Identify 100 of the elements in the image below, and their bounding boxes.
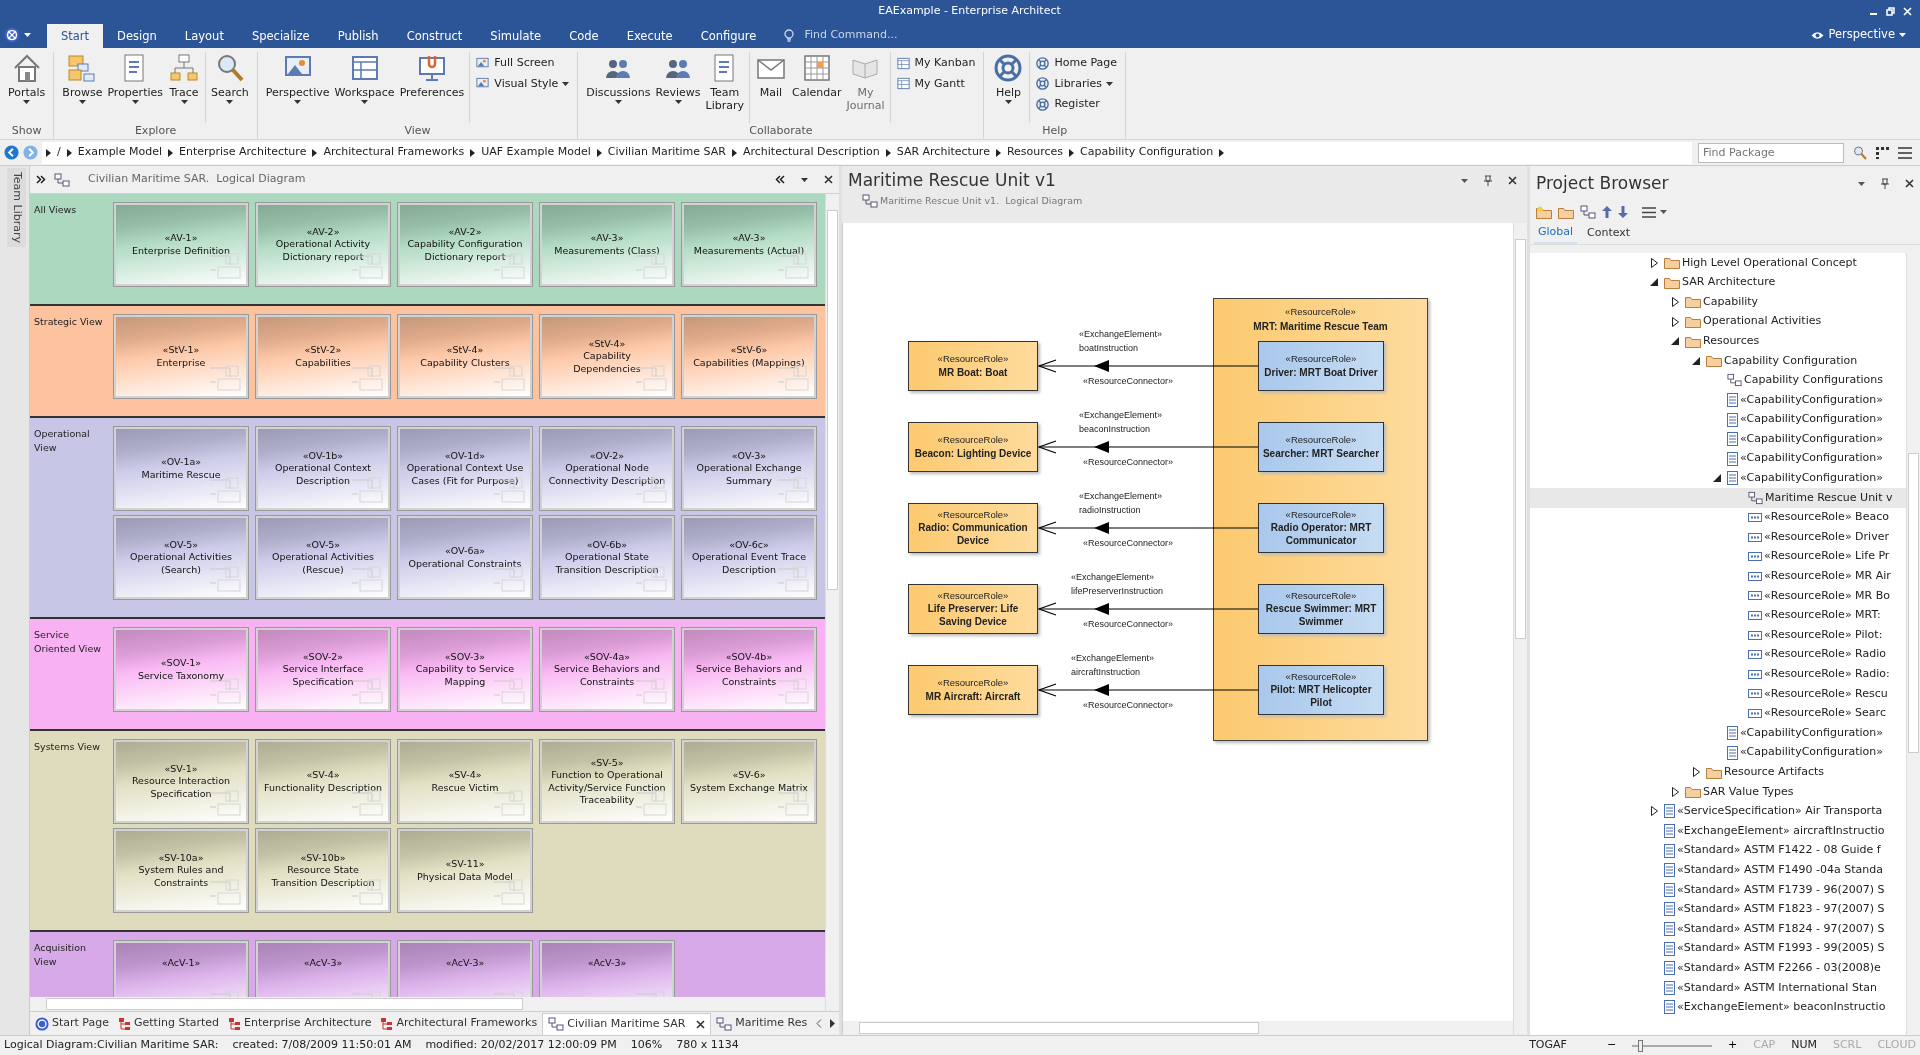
tree-item[interactable]: «ResourceRole» Life Pr <box>1764 548 1890 565</box>
diagram-tile[interactable]: «SOV-2» Service Interface Specification <box>256 628 390 711</box>
folder-icon[interactable] <box>1558 205 1574 219</box>
tree-item[interactable]: SAR Architecture <box>1682 274 1776 291</box>
breadcrumb-item[interactable]: Example Model <box>77 144 162 161</box>
menu-tab[interactable]: Configure <box>686 24 771 48</box>
diagram-tile[interactable]: «OV-1a» Maritime Rescue <box>114 427 248 510</box>
breadcrumb-item[interactable]: UAF Example Model <box>481 144 591 161</box>
diagram-tile[interactable]: «StV-4» Capability Dependencies <box>540 315 674 398</box>
tree-item[interactable]: «Standard» ASTM F1823 - 97(2007) S <box>1677 901 1885 918</box>
ribbon-button[interactable]: Portals <box>6 52 48 123</box>
ribbon-button[interactable]: Perspective <box>263 52 332 123</box>
collapsed-icon[interactable] <box>1671 786 1679 797</box>
ribbon-button[interactable]: Full Screen <box>473 54 572 73</box>
tree-item[interactable]: «CapabilityConfiguration» <box>1740 470 1883 487</box>
perspective-button[interactable]: Perspective <box>1805 25 1912 45</box>
close-icon[interactable] <box>696 1019 706 1029</box>
search-icon[interactable] <box>1852 144 1868 161</box>
breadcrumb-item[interactable]: Architectural Description <box>742 144 880 161</box>
breadcrumb-item[interactable]: / <box>57 144 61 161</box>
collapsed-icon[interactable] <box>1692 767 1700 778</box>
tree-item[interactable]: «CapabilityConfiguration» <box>1740 411 1883 428</box>
tree-item[interactable]: Operational Activities <box>1703 313 1822 330</box>
breadcrumb-item[interactable]: Capability Configuration <box>1080 144 1214 161</box>
caret-icon[interactable] <box>801 177 808 182</box>
ribbon-button[interactable]: Help <box>990 52 1027 123</box>
document-tab[interactable]: Start Page <box>30 1012 114 1035</box>
chevron-icon[interactable] <box>885 148 891 157</box>
tree-item[interactable]: «Standard» ASTM F1993 - 99(2005) S <box>1677 940 1885 957</box>
ribbon-button[interactable]: Visual Style <box>473 74 572 93</box>
tree-item[interactable]: Capability Configuration <box>1724 352 1858 369</box>
expanded-icon[interactable] <box>1671 337 1679 346</box>
diagram-tile[interactable]: «OV-2» Operational Node Connectivity Description <box>540 427 674 510</box>
chevron-icon[interactable] <box>1219 148 1225 157</box>
diagram-tile[interactable]: «AcV-1» <box>114 941 248 997</box>
pin-icon[interactable] <box>1484 175 1492 187</box>
close-icon[interactable] <box>824 175 833 184</box>
tree-item[interactable]: Capability Configurations <box>1744 372 1883 389</box>
diagram-tile[interactable]: «AV-3» Measurements (Actual) <box>682 203 816 286</box>
diagram-tile[interactable]: «SOV-4b» Service Behaviors and Constraints <box>682 628 816 711</box>
caret-icon[interactable] <box>1461 178 1468 183</box>
tree-item[interactable]: «CapabilityConfiguration» <box>1740 391 1883 409</box>
breadcrumb-item[interactable]: Architectural Frameworks <box>323 144 465 161</box>
tree-item[interactable]: «ExchangeElement» aircraftInstructio <box>1677 822 1885 840</box>
tree-item[interactable]: «ExchangeElement» beaconInstructio <box>1677 999 1886 1016</box>
diagram-tile[interactable]: «SOV-4a» Service Behaviors and Constraints <box>540 628 674 711</box>
diagram-tile[interactable]: «OV-5» Operational Activities (Rescue) <box>256 516 390 599</box>
document-tab[interactable]: Maritime Res <box>711 1012 813 1035</box>
menu-tab[interactable]: Start <box>47 24 104 48</box>
menu-tab[interactable]: Design <box>103 24 171 48</box>
collapsed-icon[interactable] <box>1650 806 1658 817</box>
diagram-tile[interactable]: «SV-10b» Resource State Transition Description <box>256 829 390 912</box>
tree-item[interactable]: «ResourceRole» MR Air <box>1764 568 1891 585</box>
ribbon-button[interactable]: Reviews <box>653 52 703 123</box>
collapse-icon[interactable] <box>775 175 785 184</box>
chevron-icon[interactable] <box>596 148 602 157</box>
diagram-tile[interactable]: «SV-11» Physical Data Model <box>398 829 532 912</box>
up-arrow-icon[interactable] <box>1602 206 1612 218</box>
diagram-tile[interactable]: «StV-2» Capabilities <box>256 315 390 398</box>
tree-item[interactable]: «ResourceRole» Radio <box>1764 646 1886 663</box>
ribbon-button[interactable]: Preferences <box>397 52 467 123</box>
close-icon[interactable] <box>1905 179 1914 188</box>
diagram-tile[interactable]: «SV-10a» System Rules and Constraints <box>114 829 248 912</box>
chevron-icon[interactable] <box>731 148 737 157</box>
tree-item[interactable]: «CapabilityConfiguration» <box>1740 724 1883 742</box>
ribbon-button[interactable]: Team Library <box>703 52 746 123</box>
tree-item[interactable]: «ResourceRole» Rescu <box>1764 685 1888 703</box>
diagram-tile[interactable]: «StV-1» Enterprise <box>114 315 248 398</box>
diagram-tile[interactable]: «OV-6a» Operational Constraints <box>398 516 532 599</box>
horizontal-scrollbar[interactable] <box>30 997 825 1011</box>
tree-item[interactable]: SAR Value Types <box>1703 783 1794 801</box>
menu-icon[interactable] <box>1642 206 1656 218</box>
vertical-scrollbar[interactable] <box>1906 253 1920 1035</box>
document-tab[interactable]: Enterprise Architecture <box>224 1012 377 1035</box>
diagram-tile[interactable]: «SV-4» Functionality Description <box>256 740 390 823</box>
tree-item[interactable]: «ResourceRole» MRT: <box>1764 607 1881 624</box>
menu-tab[interactable]: Construct <box>392 24 477 48</box>
ribbon-button[interactable]: Discussions <box>584 52 653 123</box>
ribbon-button[interactable]: Trace <box>166 52 202 123</box>
menu-tab[interactable]: Publish <box>323 24 393 48</box>
menu-tab[interactable]: Code <box>555 24 613 48</box>
breadcrumb-item[interactable]: Enterprise Architecture <box>178 144 307 161</box>
ribbon-button[interactable]: Home Page <box>1033 54 1120 73</box>
tree-item[interactable]: Capability <box>1703 293 1759 311</box>
diagram-tile[interactable]: «SV-1» Resource Interaction Specification <box>114 740 248 823</box>
menu-tab[interactable]: Simulate <box>476 24 556 48</box>
diagram-tile[interactable]: «AV-3» Measurements (Class) <box>540 203 674 286</box>
tree-item[interactable]: High Level Operational Concept <box>1682 254 1857 272</box>
ribbon-button[interactable]: Browse <box>60 52 105 123</box>
ribbon-button[interactable]: Register <box>1033 95 1120 114</box>
diagram-tile[interactable]: «AV-2» Capability Configuration Dictionary report <box>398 203 532 286</box>
document-tab[interactable]: Getting Started <box>114 1012 225 1035</box>
logo-icon[interactable] <box>4 27 20 43</box>
diagram-tile[interactable]: «SV-5» Function to Operational Activity/Service Function Traceability <box>540 740 674 823</box>
scroll-right-icon[interactable] <box>830 1019 837 1028</box>
collapsed-icon[interactable] <box>1650 257 1658 268</box>
close-icon[interactable] <box>1508 176 1517 186</box>
ribbon-button[interactable]: Properties <box>105 52 165 123</box>
ribbon-button[interactable]: Calendar <box>790 52 844 123</box>
expand-icon[interactable] <box>36 175 46 184</box>
